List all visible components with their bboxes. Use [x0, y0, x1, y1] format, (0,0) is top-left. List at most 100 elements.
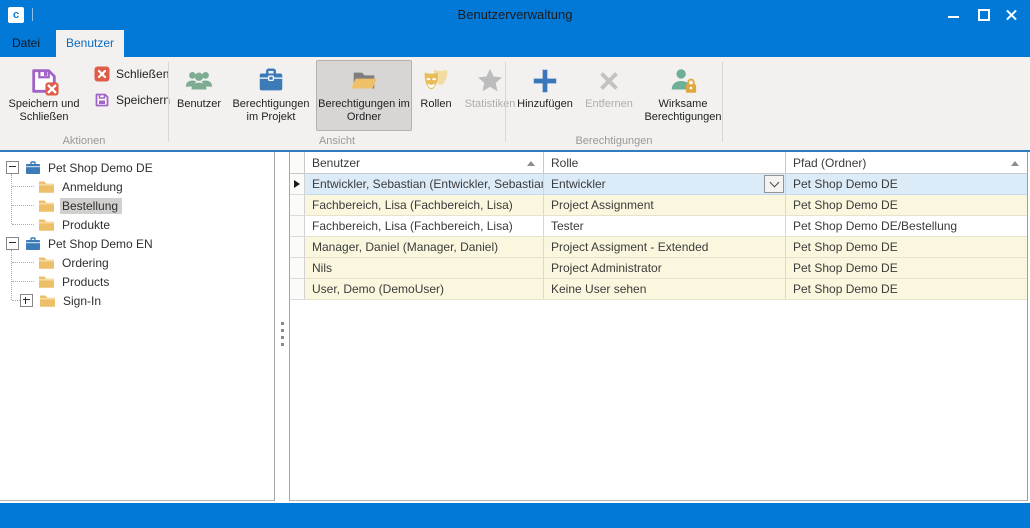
- ribbon-group-separator: [722, 62, 723, 142]
- table-row[interactable]: Nils Project Administrator Pet Shop Demo…: [290, 258, 1027, 279]
- cell-benutzer[interactable]: Manager, Daniel (Manager, Daniel): [305, 237, 544, 258]
- wirksame-berechtigungen-button[interactable]: Wirksame Berechtigungen: [640, 60, 726, 131]
- row-indicator: [290, 216, 305, 237]
- table-row[interactable]: Manager, Daniel (Manager, Daniel) Projec…: [290, 237, 1027, 258]
- project-icon: [25, 161, 41, 175]
- cell-pfad[interactable]: Pet Shop Demo DE: [786, 258, 1027, 279]
- cell-benutzer[interactable]: Entwickler, Sebastian (Entwickler, Sebas…: [305, 174, 544, 195]
- folder-icon: [38, 180, 55, 194]
- tree-item-ordering[interactable]: Ordering: [0, 253, 274, 272]
- expand-icon[interactable]: [20, 294, 33, 307]
- project-icon: [25, 237, 41, 251]
- grid-header-row: Benutzer Rolle Pfad (Ordner): [290, 152, 1027, 174]
- tree-item-pet-shop-demo-en[interactable]: Pet Shop Demo EN: [0, 234, 274, 253]
- save-icon: [94, 92, 110, 108]
- cell-benutzer[interactable]: Nils: [305, 258, 544, 279]
- close-record-label: Schließen: [116, 67, 169, 81]
- sort-asc-icon: [527, 161, 535, 166]
- permissions-project-button[interactable]: Berechtigungen im Projekt: [227, 60, 315, 131]
- briefcase-icon: [256, 64, 286, 97]
- tree-item-bestellung[interactable]: Bestellung: [0, 196, 274, 215]
- tab-datei[interactable]: Datei: [0, 30, 52, 57]
- title-bar: c Benutzerverwaltung: [0, 0, 1030, 30]
- cell-rolle[interactable]: Project Administrator: [544, 258, 786, 279]
- column-header-benutzer[interactable]: Benutzer: [305, 152, 544, 174]
- cell-benutzer[interactable]: Fachbereich, Lisa (Fachbereich, Lisa): [305, 216, 544, 237]
- minimize-button[interactable]: [939, 0, 968, 30]
- table-row[interactable]: Fachbereich, Lisa (Fachbereich, Lisa) Te…: [290, 216, 1027, 237]
- maximize-button[interactable]: [968, 0, 997, 30]
- table-row[interactable]: User, Demo (DemoUser) Keine User sehen P…: [290, 279, 1027, 300]
- folder-icon: [38, 275, 55, 289]
- folder-tree-panel: Pet Shop Demo DE Anmeldung Bestellung Pr…: [0, 152, 275, 501]
- panel-splitter[interactable]: [275, 152, 289, 501]
- hinzufuegen-label: Hinzufügen: [517, 98, 573, 111]
- entfernen-button: Entfernen: [579, 60, 639, 131]
- tree-item-products[interactable]: Products: [0, 272, 274, 291]
- cell-pfad[interactable]: Pet Shop Demo DE/Bestellung: [786, 216, 1027, 237]
- row-indicator: [290, 174, 305, 195]
- close-button[interactable]: [997, 0, 1026, 30]
- cell-benutzer[interactable]: Fachbereich, Lisa (Fachbereich, Lisa): [305, 195, 544, 216]
- ribbon-group-aktionen: Speichern und Schließen Schließen Speich…: [0, 57, 168, 150]
- cell-pfad[interactable]: Pet Shop Demo DE: [786, 279, 1027, 300]
- folder-icon: [38, 218, 55, 232]
- table-row[interactable]: Fachbereich, Lisa (Fachbereich, Lisa) Pr…: [290, 195, 1027, 216]
- cell-pfad[interactable]: Pet Shop Demo DE: [786, 237, 1027, 258]
- ribbon-group-ansicht: Benutzer Berechtigungen im Projekt: [169, 57, 505, 150]
- cell-pfad[interactable]: Pet Shop Demo DE: [786, 195, 1027, 216]
- cell-rolle[interactable]: Keine User sehen: [544, 279, 786, 300]
- rollen-button[interactable]: Rollen: [413, 60, 459, 131]
- folder-icon: [38, 199, 55, 213]
- cell-benutzer[interactable]: User, Demo (DemoUser): [305, 279, 544, 300]
- splitter-grip-icon: [275, 318, 289, 350]
- benutzer-view-label: Benutzer: [177, 98, 221, 111]
- hinzufuegen-button[interactable]: Hinzufügen: [512, 60, 578, 131]
- cell-pfad[interactable]: Pet Shop Demo DE: [786, 174, 1027, 195]
- save-close-icon: [29, 64, 59, 97]
- group-label-ansicht: Ansicht: [169, 135, 505, 147]
- tree-item-anmeldung[interactable]: Anmeldung: [0, 177, 274, 196]
- tab-benutzer[interactable]: Benutzer: [56, 30, 124, 57]
- user-lock-icon: [668, 64, 698, 97]
- row-indicator: [290, 258, 305, 279]
- star-icon: [475, 64, 505, 97]
- row-indicator-header: [290, 152, 305, 174]
- folder-icon: [39, 294, 56, 308]
- tree-item-sign-in[interactable]: Sign-In: [0, 291, 274, 310]
- cell-rolle[interactable]: Project Assigment - Extended: [544, 237, 786, 258]
- cell-rolle[interactable]: Project Assignment: [544, 195, 786, 216]
- column-header-rolle[interactable]: Rolle: [544, 152, 786, 174]
- ribbon-tab-bar: Datei Benutzer: [0, 30, 1030, 57]
- group-label-aktionen: Aktionen: [0, 135, 168, 147]
- group-label-berechtigungen: Berechtigungen: [506, 135, 722, 147]
- close-record-button[interactable]: Schließen: [90, 64, 174, 84]
- plus-icon: [530, 64, 560, 97]
- benutzer-view-button[interactable]: Benutzer: [172, 60, 226, 131]
- folder-open-icon: [349, 64, 379, 97]
- wirksame-berechtigungen-label: Wirksame Berechtigungen: [641, 98, 725, 124]
- save-and-close-button[interactable]: Speichern und Schließen: [3, 60, 85, 131]
- cell-rolle[interactable]: Entwickler: [544, 174, 786, 195]
- permissions-folder-label: Berechtigungen im Ordner: [317, 98, 411, 124]
- permissions-project-label: Berechtigungen im Projekt: [228, 98, 314, 124]
- save-button[interactable]: Speichern: [90, 90, 174, 110]
- ribbon-group-berechtigungen: Hinzufügen Entfernen: [506, 57, 722, 150]
- sort-asc-icon: [1011, 161, 1019, 166]
- role-dropdown-button[interactable]: [764, 175, 784, 193]
- close-red-icon: [94, 66, 110, 82]
- folder-icon: [38, 256, 55, 270]
- tree-item-pet-shop-demo-de[interactable]: Pet Shop Demo DE: [0, 158, 274, 177]
- collapse-icon[interactable]: [6, 161, 19, 174]
- users-icon: [184, 64, 214, 97]
- table-row[interactable]: Entwickler, Sebastian (Entwickler, Sebas…: [290, 174, 1027, 195]
- window-title: Benutzerverwaltung: [0, 0, 1030, 30]
- permissions-folder-button[interactable]: Berechtigungen im Ordner: [316, 60, 412, 131]
- cell-rolle[interactable]: Tester: [544, 216, 786, 237]
- row-indicator: [290, 237, 305, 258]
- save-label: Speichern: [116, 93, 170, 107]
- collapse-icon[interactable]: [6, 237, 19, 250]
- tree-item-produkte[interactable]: Produkte: [0, 215, 274, 234]
- column-header-pfad[interactable]: Pfad (Ordner): [786, 152, 1027, 174]
- window-controls: [939, 0, 1026, 30]
